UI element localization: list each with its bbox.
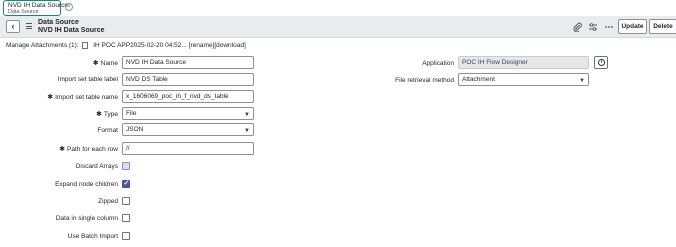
document-icon	[82, 41, 89, 49]
required-icon: ✱	[59, 146, 66, 153]
attachment-icon[interactable]	[572, 22, 582, 33]
tab-title: NVD IH Data Source	[8, 2, 68, 9]
delete-button[interactable]: Delete	[649, 19, 676, 34]
use-batch-import-checkbox[interactable]	[122, 232, 130, 240]
format-label: Format	[97, 127, 118, 134]
name-label: ✱ Name	[92, 60, 118, 67]
expand-node-children-checkbox[interactable]	[122, 179, 130, 188]
zipped-checkbox[interactable]	[122, 197, 130, 205]
context-menu-icon[interactable]	[26, 23, 32, 29]
import-set-table-name-label: ✱ Import set table name	[47, 94, 118, 101]
tab-subtitle: Data Source	[8, 9, 39, 15]
import-set-table-label-label: Import set table label	[57, 76, 118, 83]
back-icon[interactable]: ‹	[6, 20, 20, 33]
application-field: POC IH Flow Designer	[458, 56, 589, 69]
info-icon: i	[598, 59, 605, 66]
rename-link[interactable]: [rename]	[189, 42, 215, 49]
chevron-down-icon: ▼	[244, 112, 250, 118]
discard-arrays-label: Discard Arrays	[75, 163, 118, 170]
attachments-bar: Manage Attachments (1): IH POC APP2025-0…	[6, 41, 246, 50]
application-label: Application	[422, 60, 454, 67]
info-button[interactable]: i	[594, 56, 608, 69]
path-for-each-row-field[interactable]: //	[122, 142, 254, 155]
required-icon: ✱	[92, 60, 99, 67]
name-field[interactable]: NVD IH Data Source	[122, 56, 254, 69]
download-link[interactable]: [download]	[214, 42, 245, 49]
attachments-label: Manage Attachments (1):	[6, 42, 79, 49]
expand-node-children-label: Expand node children	[55, 181, 118, 188]
data-in-single-column-label: Data in single column	[55, 215, 118, 222]
format-select[interactable]: JSON ▼	[122, 123, 254, 136]
record-header: ‹ Data Source NVD IH Data Source Update …	[0, 16, 676, 38]
data-in-single-column-checkbox[interactable]	[122, 214, 130, 222]
file-retrieval-method-select[interactable]: Attachment ▼	[458, 73, 589, 86]
discard-arrays-checkbox[interactable]	[122, 162, 130, 170]
file-retrieval-method-label: File retrieval method	[395, 77, 454, 84]
chevron-down-icon: ▼	[244, 128, 250, 134]
use-batch-import-label: Use Batch Import	[67, 233, 118, 240]
required-icon: ✱	[47, 94, 54, 101]
zipped-label: Zipped	[98, 198, 118, 205]
tab-strip: NVD IH Data Source Data Source ×	[0, 0, 676, 16]
close-icon[interactable]: ×	[65, 3, 73, 11]
tab-nvd-ih-data-source[interactable]: NVD IH Data Source Data Source	[3, 0, 68, 16]
required-icon: ✱	[96, 111, 102, 118]
type-label: ✱ Type	[96, 111, 118, 118]
import-set-table-label-field[interactable]: NVD DS Table	[122, 73, 254, 86]
record-type: Data Source	[38, 19, 79, 26]
attachment-file-link[interactable]: IH POC APP2025-02-20 04:52...	[93, 42, 187, 49]
path-for-each-row-label: ✱ Path for each row	[59, 146, 118, 153]
type-select[interactable]: File ▼	[122, 107, 254, 120]
more-icon[interactable]	[604, 22, 614, 32]
import-set-table-name-field[interactable]: x_1606069_poc_ih_f_nvd_ds_table	[122, 90, 254, 103]
settings-icon[interactable]	[588, 22, 598, 32]
chevron-down-icon: ▼	[579, 78, 585, 84]
record-name: NVD IH Data Source	[38, 27, 105, 34]
update-button[interactable]: Update	[618, 19, 647, 34]
